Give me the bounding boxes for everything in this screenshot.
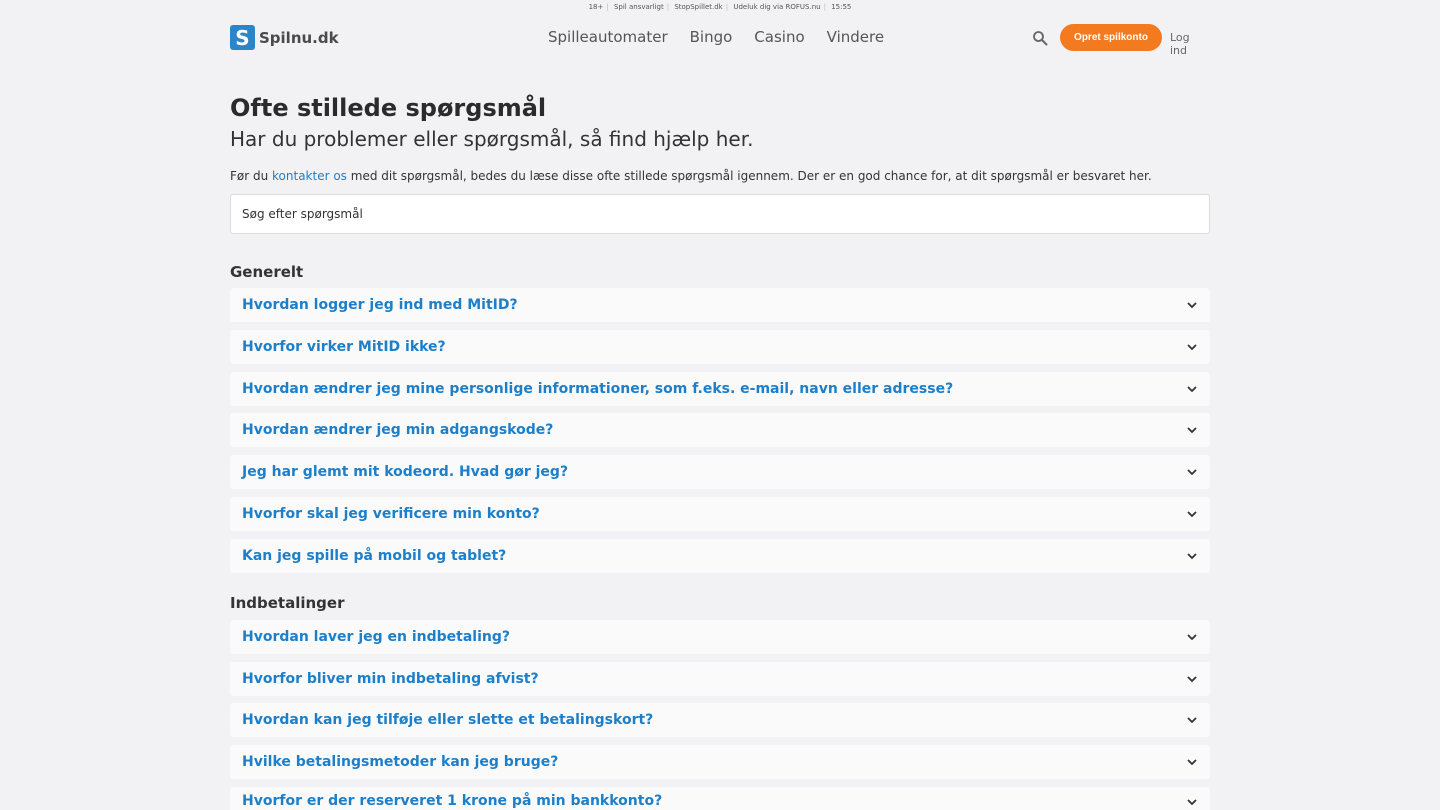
chevron-down-icon (1187, 344, 1197, 351)
faq-question: Hvordan kan jeg tilføje eller slette et … (242, 712, 654, 728)
site-header: S Spilnu.dk Spilleautomater Bingo Casino… (230, 24, 1210, 57)
nav-item-spilleautomater[interactable]: Spilleautomater (548, 28, 668, 46)
faq-question: Kan jeg spille på mobil og tablet? (242, 548, 507, 564)
separator: | (666, 3, 670, 11)
faq-item[interactable]: Hvordan ændrer jeg min adgangskode? (230, 413, 1210, 447)
chevron-down-icon (1187, 634, 1197, 641)
faq-question: Hvorfor virker MitID ikke? (242, 339, 446, 355)
faq-item[interactable]: Hvilke betalingsmetoder kan jeg bruge? (230, 745, 1210, 779)
chevron-down-icon (1187, 469, 1197, 476)
faq-question: Hvordan logger jeg ind med MitID? (242, 297, 518, 313)
chevron-down-icon (1187, 511, 1197, 518)
responsible-gaming-link[interactable]: Spil ansvarligt (614, 3, 664, 11)
faq-item[interactable]: Kan jeg spille på mobil og tablet? (230, 539, 1210, 573)
faq-question: Hvordan laver jeg en indbetaling? (242, 629, 510, 645)
separator: | (725, 3, 729, 11)
contact-link[interactable]: kontakter os (272, 169, 347, 183)
faq-question: Hvordan ændrer jeg min adgangskode? (242, 422, 554, 438)
nav-item-bingo[interactable]: Bingo (690, 28, 733, 46)
faq-item[interactable]: Hvorfor er der reserveret 1 krone på min… (230, 787, 1210, 810)
chevron-down-icon (1187, 553, 1197, 560)
faq-question: Jeg har glemt mit kodeord. Hvad gør jeg? (242, 464, 569, 480)
intro-text: Før du kontakter os med dit spørgsmål, b… (230, 169, 1152, 183)
section-title-generelt: Generelt (230, 263, 304, 281)
age-limit: 18+ (588, 3, 604, 11)
separator: | (823, 3, 826, 11)
section-title-indbetalinger: Indbetalinger (230, 594, 345, 612)
faq-question: Hvorfor skal jeg verificere min konto? (242, 506, 540, 522)
faq-search-input[interactable] (230, 194, 1210, 234)
main-nav: Spilleautomater Bingo Casino Vindere (548, 28, 884, 46)
page-subtitle: Har du problemer eller spørgsmål, så fin… (230, 127, 754, 151)
stopspillet-link[interactable]: StopSpillet.dk (674, 3, 722, 11)
create-account-button[interactable]: Opret spilkonto (1060, 24, 1162, 51)
page-title: Ofte stillede spørgsmål (230, 94, 547, 122)
intro-text-before: Før du (230, 169, 273, 183)
nav-item-vindere[interactable]: Vindere (827, 28, 884, 46)
chevron-down-icon (1187, 799, 1197, 806)
faq-item[interactable]: Hvordan laver jeg en indbetaling? (230, 620, 1210, 654)
chevron-down-icon (1187, 676, 1197, 683)
chevron-down-icon (1187, 386, 1197, 393)
nav-item-casino[interactable]: Casino (754, 28, 804, 46)
faq-item[interactable]: Hvorfor virker MitID ikke? (230, 330, 1210, 364)
top-info-bar: 18+ | Spil ansvarligt | StopSpillet.dk | Ud… (0, 3, 1440, 11)
rofus-link[interactable]: Udeluk dig via ROFUS.nu (733, 3, 820, 11)
chevron-down-icon (1187, 717, 1197, 724)
logo-text: Spilnu.dk (259, 28, 339, 47)
logo[interactable]: S Spilnu.dk (230, 25, 339, 50)
faq-item[interactable]: Hvordan kan jeg tilføje eller slette et … (230, 703, 1210, 737)
faq-item[interactable]: Hvordan ændrer jeg mine personlige infor… (230, 372, 1210, 406)
chevron-down-icon (1187, 759, 1197, 766)
clock: 15:55 (831, 3, 852, 11)
chevron-down-icon (1187, 427, 1197, 434)
intro-text-after: med dit spørgsmål, bedes du læse disse o… (346, 169, 1152, 183)
faq-item[interactable]: Jeg har glemt mit kodeord. Hvad gør jeg? (230, 455, 1210, 489)
faq-question: Hvilke betalingsmetoder kan jeg bruge? (242, 754, 559, 770)
chevron-down-icon (1187, 302, 1197, 309)
faq-question: Hvordan ændrer jeg mine personlige infor… (242, 381, 954, 397)
logo-icon: S (230, 25, 255, 50)
separator: | (606, 3, 609, 11)
faq-item[interactable]: Hvorfor skal jeg verificere min konto? (230, 497, 1210, 531)
faq-question: Hvorfor bliver min indbetaling afvist? (242, 671, 539, 687)
faq-item[interactable]: Hvordan logger jeg ind med MitID? (230, 288, 1210, 322)
search-icon[interactable] (1032, 30, 1048, 46)
faq-item[interactable]: Hvorfor bliver min indbetaling afvist? (230, 662, 1210, 696)
login-link[interactable]: Log ind (1170, 31, 1210, 57)
faq-question: Hvorfor er der reserveret 1 krone på min… (242, 793, 663, 809)
